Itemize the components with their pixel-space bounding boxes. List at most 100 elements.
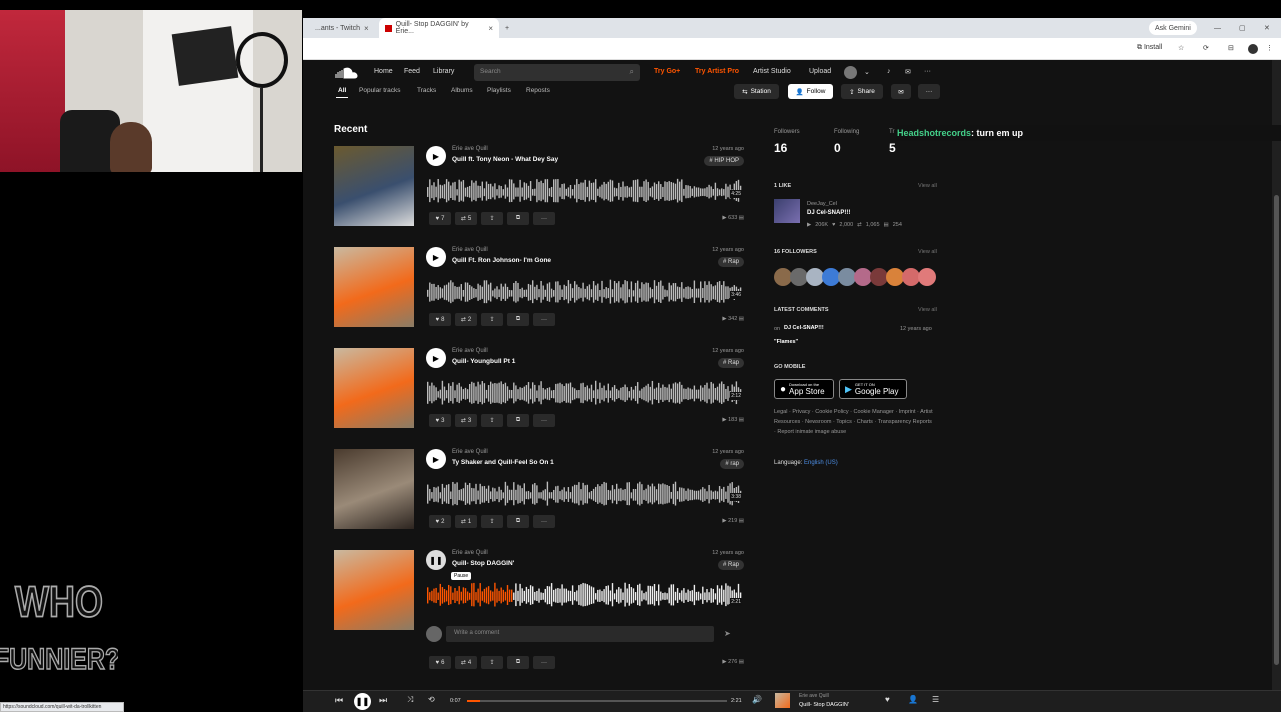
- pause-icon[interactable]: ❚❚: [426, 550, 446, 570]
- track-artwork[interactable]: [334, 550, 414, 630]
- liked-track-title[interactable]: DJ Cel-SNAP!!!: [807, 210, 850, 216]
- liked-track-artwork[interactable]: [774, 199, 800, 223]
- app-store-button[interactable]: ● Download on the App Store: [774, 379, 834, 399]
- track-waveform[interactable]: [427, 479, 742, 509]
- soundcloud-logo-icon[interactable]: [334, 66, 358, 79]
- like-button[interactable]: ♥ 6: [429, 656, 451, 669]
- nav-feed[interactable]: Feed: [404, 68, 420, 75]
- comments-header[interactable]: LATEST COMMENTS: [774, 307, 829, 313]
- tracks-label[interactable]: Tr: [889, 129, 894, 135]
- extension-icon[interactable]: ⟳: [1203, 44, 1209, 52]
- followers-count[interactable]: 16: [774, 141, 787, 155]
- google-play-button[interactable]: ▶ GET IT ON Google Play: [839, 379, 907, 399]
- track-title[interactable]: Quill- Stop DAGGIN': [452, 560, 514, 567]
- close-window-icon[interactable]: ✕: [1258, 18, 1276, 38]
- message-icon[interactable]: ✉: [891, 84, 911, 99]
- track-title[interactable]: Quill ft. Tony Neon - What Dey Say: [452, 156, 558, 163]
- user-avatar[interactable]: [844, 66, 857, 79]
- copy-link-icon[interactable]: ⧉: [507, 515, 529, 528]
- try-artist-pro-link[interactable]: Try Artist Pro: [695, 68, 739, 75]
- tab-reposts[interactable]: Reposts: [526, 87, 550, 94]
- view-all-followers-link[interactable]: View all: [918, 249, 937, 255]
- repost-button[interactable]: ⇄ 4: [455, 656, 477, 669]
- close-icon[interactable]: ×: [488, 24, 493, 33]
- previous-icon[interactable]: ⏮: [335, 695, 343, 706]
- now-playing-artist[interactable]: Erie ave Quill: [799, 693, 829, 699]
- search-icon[interactable]: ⌕: [630, 67, 634, 77]
- share-icon[interactable]: ⇪: [481, 212, 503, 225]
- artist-studio-link[interactable]: Artist Studio: [753, 68, 791, 75]
- track-tag[interactable]: # HIP HOP: [704, 156, 744, 166]
- track-waveform[interactable]: [427, 378, 742, 408]
- send-icon[interactable]: ➤: [724, 629, 731, 638]
- pause-button[interactable]: ❚❚: [354, 693, 371, 710]
- track-artist[interactable]: Erie ave Quill: [452, 247, 488, 253]
- install-button[interactable]: ⧉ Install: [1137, 44, 1162, 52]
- followers-header[interactable]: 16 FOLLOWERS: [774, 249, 817, 255]
- like-button[interactable]: ♥ 7: [429, 212, 451, 225]
- more-icon[interactable]: ···: [533, 515, 555, 528]
- repost-button[interactable]: ⇄ 2: [455, 313, 477, 326]
- followers-label[interactable]: Followers: [774, 129, 800, 135]
- ask-gemini-button[interactable]: Ask Gemini: [1149, 21, 1197, 35]
- track-tag[interactable]: # Rap: [717, 560, 744, 570]
- track-artwork[interactable]: [334, 449, 414, 529]
- language-value[interactable]: English (US): [804, 460, 838, 466]
- menu-icon[interactable]: ⋮: [1266, 44, 1273, 52]
- volume-icon[interactable]: 🔊: [752, 695, 762, 704]
- tab-all[interactable]: All: [338, 87, 346, 94]
- track-waveform[interactable]: [427, 277, 742, 307]
- mail-icon[interactable]: ✉: [905, 68, 911, 76]
- view-all-link[interactable]: View all: [918, 183, 937, 189]
- try-go-link[interactable]: Try Go+: [654, 68, 680, 75]
- star-icon[interactable]: ☆: [1178, 44, 1184, 52]
- track-artist[interactable]: Erie ave Quill: [452, 146, 488, 152]
- track-title[interactable]: Quill Ft. Ron Johnson- I'm Gone: [452, 257, 551, 264]
- liked-track-user[interactable]: DeeJay_Cel: [807, 199, 837, 209]
- player-progress-track[interactable]: [467, 700, 727, 702]
- copy-link-icon[interactable]: ⧉: [507, 414, 529, 427]
- like-button[interactable]: ♥ 2: [429, 515, 451, 528]
- track-tag[interactable]: # rap: [720, 459, 744, 469]
- share-button[interactable]: ⇪ Share: [841, 84, 883, 99]
- nav-library[interactable]: Library: [433, 68, 454, 75]
- new-tab-icon[interactable]: +: [499, 18, 515, 38]
- close-icon[interactable]: ×: [364, 24, 369, 33]
- next-icon[interactable]: ⏭: [379, 695, 387, 706]
- repost-button[interactable]: ⇄ 1: [455, 515, 477, 528]
- now-playing-artwork[interactable]: [775, 693, 790, 708]
- footer-links[interactable]: Legal · Privacy · Cookie Policy · Cookie…: [774, 407, 934, 437]
- tab-playlists[interactable]: Playlists: [487, 87, 511, 94]
- copy-link-icon[interactable]: ⧉: [507, 313, 529, 326]
- scrollbar-thumb[interactable]: [1274, 195, 1279, 665]
- language-selector[interactable]: Language: English (US): [774, 460, 838, 466]
- track-waveform[interactable]: [427, 580, 742, 610]
- more-options-icon[interactable]: ···: [918, 84, 940, 99]
- more-icon[interactable]: ···: [533, 212, 555, 225]
- play-icon[interactable]: ▶: [426, 449, 446, 469]
- play-icon[interactable]: ▶: [426, 247, 446, 267]
- track-artist[interactable]: Erie ave Quill: [452, 550, 488, 556]
- more-icon[interactable]: ···: [533, 414, 555, 427]
- track-title[interactable]: Quill- Youngbull Pt 1: [452, 358, 515, 365]
- following-label[interactable]: Following: [834, 129, 859, 135]
- repeat-icon[interactable]: ⟲: [428, 695, 435, 704]
- copy-link-icon[interactable]: ⧉: [507, 656, 529, 669]
- like-icon[interactable]: ♥: [885, 695, 890, 704]
- follow-user-icon[interactable]: 👤: [908, 695, 918, 704]
- copy-link-icon[interactable]: ⧉: [507, 212, 529, 225]
- tab-twitch[interactable]: ...ants - Twitch ×: [309, 18, 379, 38]
- share-icon[interactable]: ⇪: [481, 313, 503, 326]
- more-icon[interactable]: ···: [924, 68, 931, 75]
- avatar[interactable]: [918, 268, 936, 286]
- nav-home[interactable]: Home: [374, 68, 393, 75]
- minimize-icon[interactable]: —: [1208, 18, 1227, 38]
- comment-track-link[interactable]: DJ Cel-SNAP!!!: [784, 325, 824, 331]
- following-count[interactable]: 0: [834, 141, 841, 155]
- tracks-count[interactable]: 5: [889, 141, 896, 155]
- track-waveform[interactable]: [427, 176, 742, 206]
- now-playing-title[interactable]: Quill- Stop DAGGIN': [799, 702, 849, 708]
- upload-link[interactable]: Upload: [809, 68, 831, 75]
- chevron-down-icon[interactable]: ⌄: [864, 68, 870, 76]
- sidebar-icon[interactable]: ⊟: [1228, 44, 1234, 52]
